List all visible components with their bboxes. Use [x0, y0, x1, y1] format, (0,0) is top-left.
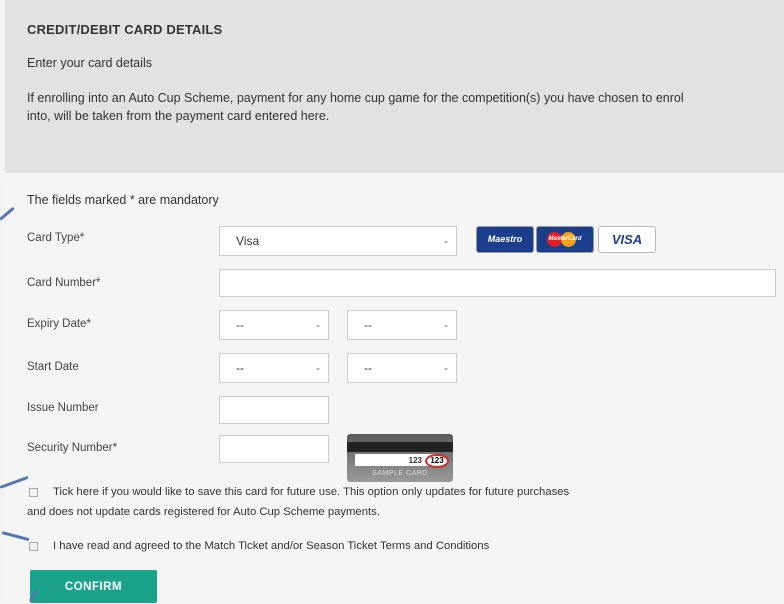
- security-number-input[interactable]: [219, 435, 329, 463]
- confirm-button[interactable]: CONFIRM: [30, 570, 157, 603]
- start-date-label: Start Date: [27, 361, 79, 373]
- sample-card-cvv: 123: [425, 454, 449, 468]
- save-card-text-line1: Tick here if you would like to save this…: [53, 486, 570, 498]
- mastercard-logo-text: MasterCard: [548, 236, 582, 242]
- expiry-month-select[interactable]: -- -: [219, 310, 329, 340]
- dropdown-arrow-icon: -: [444, 234, 448, 248]
- start-year-value: --: [364, 361, 372, 375]
- section-title: CREDIT/DEBIT CARD DETAILS: [27, 22, 223, 37]
- mastercard-logo: MasterCard: [536, 226, 594, 253]
- card-type-value: Visa: [236, 234, 260, 248]
- dropdown-arrow-icon: -: [316, 318, 320, 332]
- expiry-date-label: Expiry Date*: [27, 318, 91, 330]
- start-month-select[interactable]: -- -: [219, 353, 329, 383]
- card-number-input[interactable]: [219, 269, 776, 297]
- dropdown-arrow-icon: -: [316, 361, 320, 375]
- issue-number-input[interactable]: [219, 396, 329, 424]
- maestro-logo: Maestro: [476, 226, 534, 253]
- auto-cup-info: If enrolling into an Auto Cup Scheme, pa…: [27, 91, 684, 123]
- terms-text: I have read and agreed to the Match Tick…: [53, 540, 490, 552]
- mandatory-note: The fields marked * are mandatory: [27, 193, 219, 207]
- dropdown-arrow-icon: -: [444, 361, 448, 375]
- visa-logo: VISA: [598, 226, 656, 253]
- card-number-label: Card Number*: [27, 277, 101, 289]
- sample-card-image: 123 123 SAMPLE CARD: [347, 434, 453, 482]
- issue-number-label: Issue Number: [27, 402, 99, 414]
- terms-checkbox[interactable]: [29, 542, 38, 551]
- card-type-label: Card Type*: [27, 232, 85, 244]
- save-card-checkbox[interactable]: [29, 488, 38, 497]
- section-subtitle: Enter your card details: [27, 56, 153, 70]
- expiry-year-value: --: [364, 318, 372, 332]
- sample-card-number: 123: [408, 456, 422, 465]
- security-number-label: Security Number*: [27, 442, 118, 454]
- dropdown-arrow-icon: -: [444, 318, 448, 332]
- start-year-select[interactable]: -- -: [347, 353, 457, 383]
- sample-card-label: SAMPLE CARD: [372, 470, 428, 477]
- expiry-year-select[interactable]: -- -: [347, 310, 457, 340]
- card-type-select[interactable]: Visa -: [219, 226, 457, 256]
- save-card-text-line2: and does not update cards registered for…: [27, 506, 380, 518]
- expiry-month-value: --: [236, 318, 244, 332]
- start-month-value: --: [236, 361, 244, 375]
